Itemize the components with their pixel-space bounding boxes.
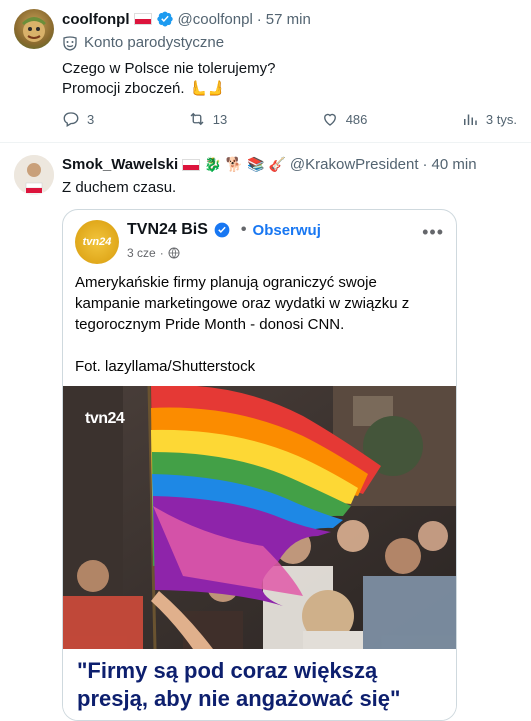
tweet-text-line: Promocji zboczeń. 🫷🫸	[62, 80, 227, 97]
like-count: 486	[345, 111, 368, 127]
poland-flag-icon	[133, 13, 152, 25]
avatar[interactable]	[14, 155, 54, 195]
timestamp[interactable]: 40 min	[432, 156, 477, 173]
embed-paragraph: Amerykańskie firmy planują ograniczyć sw…	[75, 274, 410, 333]
pride-flag-photo: tvn24	[63, 386, 456, 649]
tweet-text: Z duchem czasu.	[62, 179, 177, 196]
separator-dot: ·	[159, 246, 164, 260]
tweet-coolfonpl[interactable]: coolfonpl @coolfonpl · 57 min Konto paro…	[0, 0, 531, 142]
verified-icon	[214, 222, 230, 238]
views-icon	[463, 114, 477, 125]
views-button[interactable]: 3 tys.	[461, 110, 517, 128]
globe-icon	[168, 247, 180, 259]
separator-dot: ·	[422, 156, 428, 173]
like-button[interactable]: 486	[321, 110, 368, 128]
dragon-emoji: 🐉	[204, 156, 222, 173]
handle[interactable]: @coolfonpl	[178, 11, 253, 28]
embed-page-name: TVN24 BiS	[127, 221, 208, 238]
handle[interactable]: @KrakowPresident	[290, 156, 419, 173]
tweet-header: coolfonpl @coolfonpl · 57 min	[62, 10, 311, 28]
tweet-text-line: Czego w Polsce nie tolerujemy?	[62, 60, 276, 77]
avatar-image	[14, 155, 54, 195]
embed-body: Amerykańskie firmy planują ograniczyć sw…	[75, 272, 445, 377]
tweet-actions: 3 13 486 3 tys.	[62, 110, 517, 128]
headline-box: "Firmy są pod coraz większą presją, aby …	[63, 649, 456, 720]
parody-label: Konto parodystyczne	[62, 34, 224, 51]
tweet-header: Smok_Wawelski 🐉 🐕 📚 🎸 @KrakowPresident ·…	[62, 156, 477, 173]
repost-icon	[190, 112, 204, 126]
tweet-text: Czego w Polsce nie tolerujemy? Promocji …	[62, 59, 275, 99]
avatar-image	[22, 17, 46, 42]
tvn24-bis-logo: tvn24	[75, 220, 119, 264]
avatar[interactable]	[14, 9, 54, 49]
repost-button[interactable]: 13	[188, 110, 227, 128]
more-icon: •••	[422, 222, 444, 242]
parody-text: Konto parodystyczne	[84, 34, 225, 51]
logo-text: tvn24	[82, 236, 112, 248]
guitar-emoji: 🎸	[268, 156, 286, 173]
verified-icon	[156, 11, 173, 27]
like-icon	[323, 113, 336, 126]
reply-icon	[63, 112, 79, 127]
embed-meta: 3 cze ·	[127, 246, 180, 260]
follow-button: Obserwuj	[252, 221, 321, 239]
headline: "Firmy są pod coraz większą presją, aby …	[77, 658, 401, 711]
embed-photo-credit: Fot. lazyllama/Shutterstock	[75, 358, 256, 375]
separator-dot: ·	[256, 10, 262, 28]
reply-count: 3	[87, 111, 95, 127]
separator-dot: •	[240, 221, 247, 238]
photo-watermark: tvn24	[85, 410, 125, 427]
tweet-smok-wawelski[interactable]: Smok_Wawelski 🐉 🐕 📚 🎸 @KrakowPresident ·…	[0, 143, 531, 721]
repost-count: 13	[212, 111, 228, 127]
mask-icon	[63, 35, 77, 51]
poland-flag-icon	[182, 158, 201, 171]
embed-age: 3 cze	[127, 246, 156, 260]
display-name[interactable]: Smok_Wawelski	[62, 156, 178, 173]
books-emoji: 📚	[247, 156, 265, 173]
display-name[interactable]: coolfonpl	[62, 11, 130, 28]
embed-header: TVN24 BiS • Obserwuj	[127, 221, 321, 239]
embedded-post-image[interactable]: tvn24 TVN24 BiS • Obserwuj 3 cze · ••• A…	[62, 209, 457, 721]
reply-button[interactable]: 3	[62, 110, 94, 128]
dog-emoji: 🐕	[225, 156, 244, 173]
views-count: 3 tys.	[485, 111, 517, 127]
timestamp[interactable]: 57 min	[266, 11, 311, 28]
